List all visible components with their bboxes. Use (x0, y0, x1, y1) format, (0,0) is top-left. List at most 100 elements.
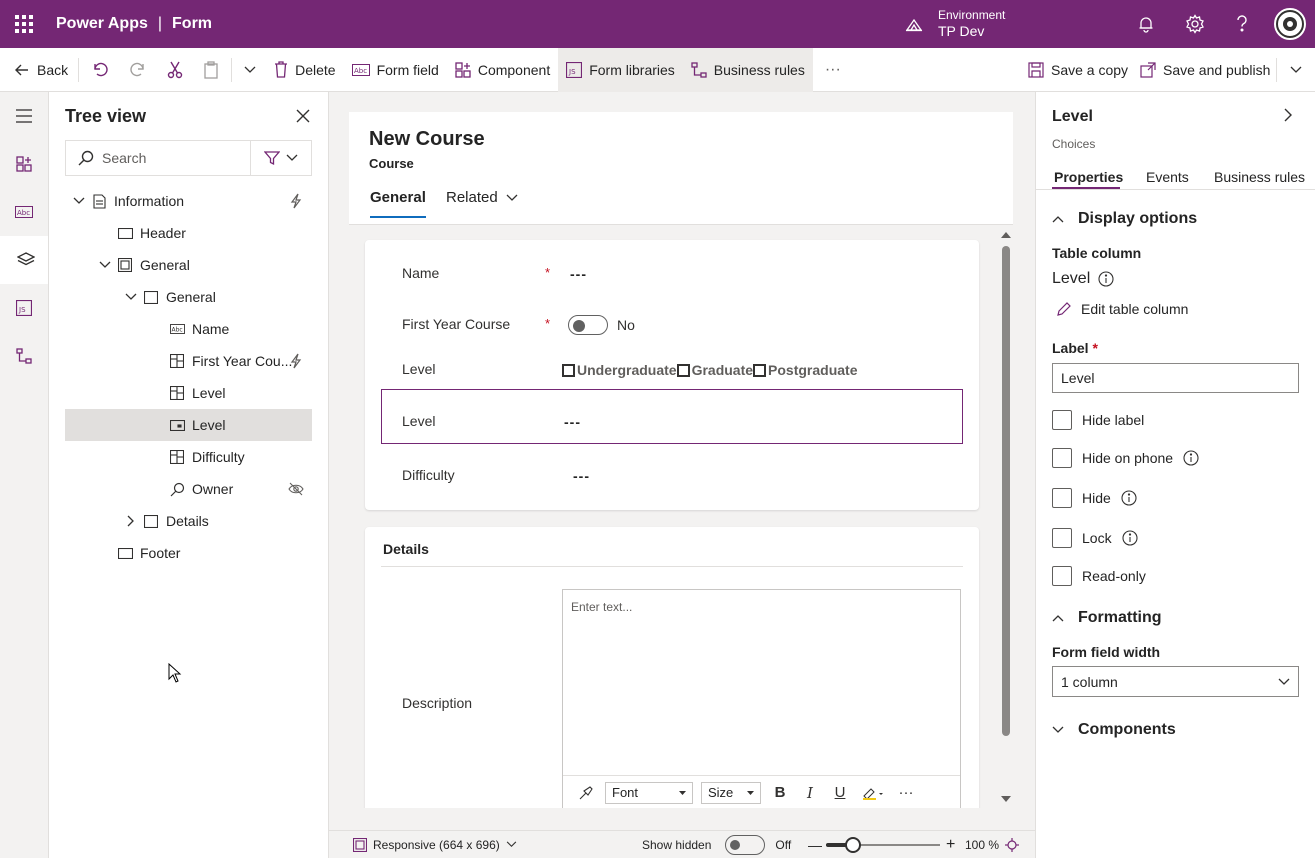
business-rules-button[interactable]: Business rules (682, 47, 813, 92)
components-header[interactable]: Components (1052, 721, 1176, 739)
tree-item-level[interactable]: Level (65, 377, 312, 409)
tree-item-information[interactable]: Information (65, 185, 312, 217)
formatting-header[interactable]: Formatting (1052, 609, 1162, 627)
display-options-header[interactable]: Display options (1052, 210, 1197, 228)
form-field-button[interactable]: Abc Form field (344, 48, 447, 92)
checkbox[interactable] (753, 363, 767, 377)
size-select[interactable]: Size (701, 781, 761, 804)
tree-item-general-tab[interactable]: General (65, 249, 312, 281)
show-hidden-toggle[interactable] (725, 834, 766, 855)
tree-search-input[interactable]: Search (65, 140, 250, 176)
more-formatting-button[interactable]: ··· (895, 782, 917, 804)
app-launcher-icon[interactable] (0, 0, 48, 48)
checkbox[interactable] (1052, 528, 1072, 548)
tree-item-details[interactable]: Details (65, 505, 312, 537)
save-publish-button[interactable]: Save and publish (1132, 48, 1278, 92)
tab-related[interactable]: Related (446, 189, 518, 206)
lightning-icon[interactable] (288, 193, 304, 209)
hide-label-checkbox[interactable]: Hide label (1052, 410, 1144, 430)
chevron-right-icon[interactable] (123, 513, 139, 529)
level-option-graduate[interactable]: Graduate (676, 362, 753, 378)
zoom-slider-thumb[interactable] (844, 837, 861, 853)
chevron-down-icon[interactable] (71, 193, 87, 209)
help-icon[interactable] (1218, 0, 1266, 48)
difficulty-value[interactable]: --- (573, 468, 590, 484)
tree-item-first-year-course[interactable]: First Year Cou... (65, 345, 312, 377)
redo-button[interactable] (119, 48, 157, 92)
tree-item-owner[interactable]: Owner (65, 473, 312, 505)
checkbox[interactable] (562, 363, 575, 377)
bold-button[interactable]: B (769, 782, 791, 804)
checkbox[interactable] (1052, 488, 1072, 508)
undo-button[interactable] (81, 48, 119, 92)
tree-item-header[interactable]: Header (65, 217, 312, 249)
gear-icon[interactable] (1171, 0, 1219, 48)
chevron-down-icon[interactable] (97, 257, 113, 273)
responsive-picker[interactable]: Responsive (664 x 696) (353, 837, 517, 852)
level-value-2[interactable]: --- (564, 414, 581, 430)
checkbox[interactable] (1052, 566, 1072, 586)
fit-to-screen-icon[interactable] (1005, 837, 1019, 852)
bell-icon[interactable] (1122, 0, 1170, 48)
tab-properties[interactable]: Properties (1054, 169, 1123, 185)
form-libraries-button[interactable]: JS Form libraries (558, 47, 683, 92)
paste-button[interactable] (193, 48, 229, 92)
more-commands-button[interactable]: ··· (813, 48, 853, 92)
level-option-postgraduate[interactable]: Postgraduate (753, 362, 858, 378)
avatar[interactable] (1274, 8, 1306, 40)
tree-item-general-section[interactable]: General (65, 281, 312, 313)
general-section[interactable]: Name * --- First Year Course * No Level … (365, 240, 979, 510)
label-input[interactable]: Level (1052, 363, 1299, 393)
edit-table-column-button[interactable]: Edit table column (1056, 301, 1188, 317)
hide-checkbox[interactable]: Hide (1052, 488, 1137, 508)
more-clipboard-button[interactable] (234, 48, 266, 92)
tab-events[interactable]: Events (1146, 169, 1189, 185)
tree-item-level-selected[interactable]: Level (65, 409, 312, 441)
read-only-checkbox[interactable]: Read-only (1052, 566, 1146, 586)
save-copy-button[interactable]: Save a copy (1020, 48, 1136, 92)
description-editor[interactable]: Enter text... Font Size B I U ··· (562, 589, 961, 808)
format-painter-icon[interactable] (575, 782, 597, 804)
hide-on-phone-checkbox[interactable]: Hide on phone (1052, 448, 1199, 468)
checkbox[interactable] (676, 363, 690, 377)
rail-fields-button[interactable]: Abc (0, 188, 48, 236)
checkbox[interactable] (1052, 410, 1072, 430)
cut-button[interactable] (157, 48, 193, 92)
tree-item-difficulty[interactable]: Difficulty (65, 441, 312, 473)
chevron-down-icon[interactable] (123, 289, 139, 305)
zoom-in-button[interactable]: + (946, 836, 955, 854)
rail-business-rules-button[interactable] (0, 332, 48, 380)
tab-business-rules[interactable]: Business rules (1214, 169, 1305, 185)
environment-picker[interactable]: Environment TP Dev (900, 0, 1005, 48)
checkbox[interactable] (1052, 448, 1072, 468)
close-icon[interactable] (293, 106, 313, 126)
rail-form-libraries-button[interactable]: JS (0, 284, 48, 332)
tab-general[interactable]: General (370, 189, 426, 206)
tree-filter-button[interactable] (250, 140, 312, 176)
italic-button[interactable]: I (799, 782, 821, 804)
level-option-undergraduate[interactable]: Undergraduate (562, 362, 677, 378)
canvas-scrollbar[interactable] (1000, 230, 1012, 808)
first-year-course-toggle[interactable] (568, 315, 608, 335)
hidden-eye-icon[interactable] (288, 481, 304, 497)
delete-button[interactable]: Delete (266, 48, 343, 92)
lightning-icon[interactable] (288, 353, 304, 369)
scroll-thumb[interactable] (1002, 246, 1010, 736)
back-button[interactable]: Back (0, 48, 76, 92)
save-options-button[interactable] (1280, 48, 1312, 92)
chevron-right-icon[interactable] (1284, 108, 1293, 125)
level-field-selected[interactable] (381, 389, 963, 444)
details-section[interactable]: Details Description Enter text... Font S… (365, 527, 979, 808)
underline-button[interactable]: U (829, 782, 851, 804)
rail-components-button[interactable] (0, 140, 48, 188)
form-header[interactable]: New Course Course General Related (349, 112, 1013, 225)
form-field-width-select[interactable]: 1 column (1052, 666, 1299, 697)
app-name[interactable]: Power Apps (56, 15, 148, 33)
font-select[interactable]: Font (605, 781, 693, 804)
name-value[interactable]: --- (570, 266, 587, 282)
tree-item-footer[interactable]: Footer (65, 537, 312, 569)
tree-item-name[interactable]: Abc Name (65, 313, 312, 345)
component-button[interactable]: Component (447, 48, 558, 92)
collapse-menu-button[interactable] (0, 92, 48, 140)
zoom-out-button[interactable]: — (808, 837, 822, 853)
